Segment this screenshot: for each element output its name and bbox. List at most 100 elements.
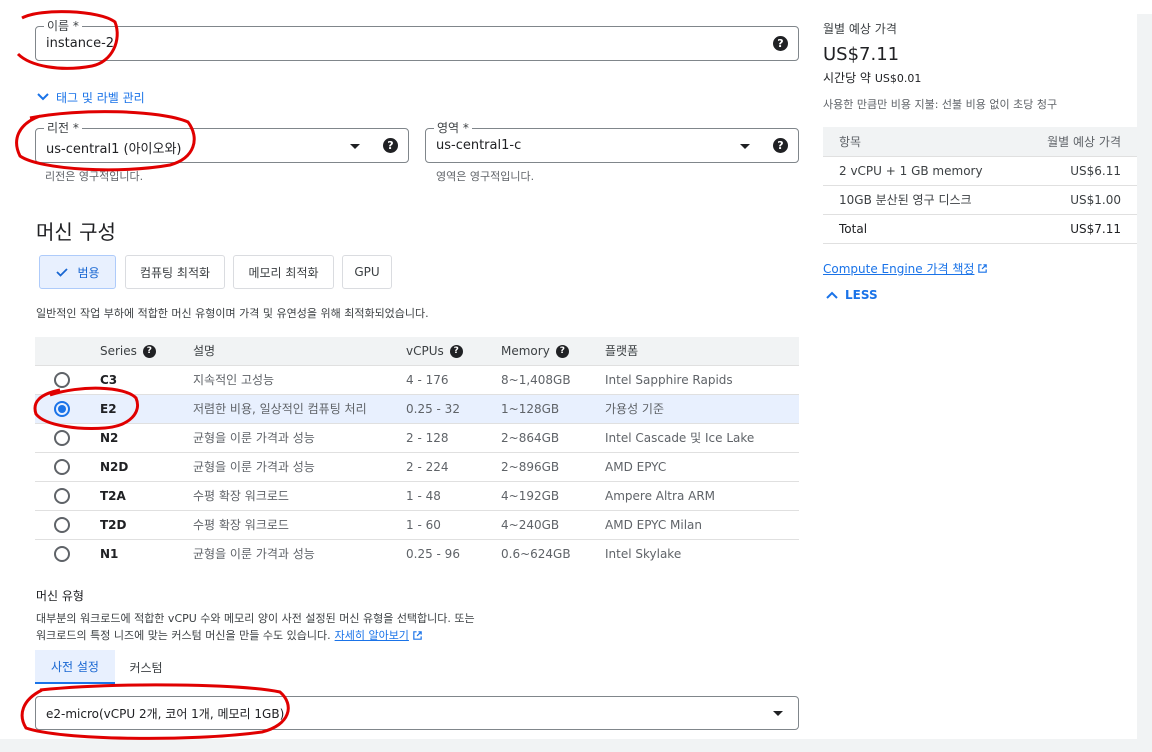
compute-engine-pricing-link[interactable]: Compute Engine 가격 책정 [823,260,988,277]
series-name: T2A [99,480,192,510]
chip-compute-optimized[interactable]: 컴퓨팅 최적화 [125,255,225,289]
less-toggle[interactable]: LESS [825,288,878,302]
table-row[interactable]: N2 균형을 이룬 가격과 성능 2 - 128 2~864GB Intel C… [35,422,799,452]
radio-cell[interactable] [35,451,99,481]
pricing-hourly-prefix: 시간당 약 [823,71,871,85]
dropdown-caret-icon[interactable] [740,144,750,149]
radio-button-selected[interactable] [54,400,70,417]
help-icon[interactable]: ? [773,138,788,153]
header-label: Series [100,343,137,358]
table-row[interactable]: C3 지속적인 고성능 4 - 176 8~1,408GB Intel Sapp… [35,364,799,394]
region-label: 리전 * [44,120,82,136]
series-vcpus: 1 - 48 [405,480,500,510]
radio-cell[interactable] [35,480,99,510]
dropdown-caret-icon[interactable] [350,144,360,149]
series-platform: Intel Cascade 및 Ice Lake [604,422,799,452]
table-row[interactable]: E2 저렴한 비용, 일상적인 컴퓨팅 처리 0.25 - 32 1~128GB… [35,393,799,423]
chip-gpu[interactable]: GPU [342,255,392,289]
name-field[interactable]: 이름 * instance-2 ? [35,18,799,61]
series-vcpus: 2 - 224 [405,451,500,481]
series-table: Series? 설명 vCPUs? Memory? 플랫폼 C3 지속적인 고성… [35,337,799,568]
series-name: N1 [99,538,192,568]
external-link-icon[interactable] [977,263,988,274]
tags-labels-link[interactable]: 태그 및 라벨 관리 [56,89,145,106]
tab-preset[interactable]: 사전 설정 [35,650,115,684]
help-icon[interactable]: ? [383,138,398,153]
radio-button[interactable] [54,458,70,475]
cost-total-price: US$7.11 [1018,214,1137,244]
radio-cell[interactable] [35,538,99,568]
series-vcpus: 1 - 60 [405,509,500,539]
series-desc: 저렴한 비용, 일상적인 컴퓨팅 처리 [192,393,405,423]
pricing-hourly-value: US$0.01 [874,72,922,85]
learn-more-link[interactable]: 자세히 알아보기 [335,627,409,643]
radio-button[interactable] [54,487,70,504]
tags-labels-toggle[interactable]: 태그 및 라벨 관리 [36,88,145,106]
series-memory: 2~864GB [500,422,604,452]
pricing-heading: 월별 예상 가격 [823,22,897,36]
cost-header-price: 월별 예상 가격 [1018,127,1137,157]
chip-memory-optimized[interactable]: 메모리 최적화 [233,255,334,289]
series-name: E2 [99,393,192,423]
chip-label: GPU [354,265,380,279]
header-label: 설명 [193,344,216,359]
page-gutter-bottom [0,739,1152,752]
table-row[interactable]: N2D 균형을 이룬 가격과 성능 2 - 224 2~896GB AMD EP… [35,451,799,481]
series-platform: Intel Sapphire Rapids [604,364,799,394]
zone-value: us-central1-c [436,138,522,153]
radio-button[interactable] [54,429,70,446]
tab-label: 사전 설정 [51,659,99,674]
chip-general-purpose[interactable]: 범용 [39,255,116,289]
radio-button[interactable] [54,545,70,562]
external-link-icon[interactable] [412,630,423,641]
machine-type-select[interactable]: e2-micro(vCPU 2개, 코어 1개, 메모리 1GB) [35,696,799,730]
table-header-vcpus: vCPUs? [405,337,500,365]
help-icon[interactable]: ? [449,344,463,358]
pricing-hourly: 시간당 약 US$0.01 [823,69,921,86]
name-field-value[interactable]: instance-2 [46,36,114,51]
radio-cell[interactable] [35,422,99,452]
chip-label: 범용 [77,265,100,280]
series-vcpus: 2 - 128 [405,422,500,452]
less-label: LESS [845,288,878,302]
series-desc: 수평 확장 워크로드 [192,509,405,539]
machine-type-value: e2-micro(vCPU 2개, 코어 1개, 메모리 1GB) [46,707,285,721]
table-row[interactable]: T2D 수평 확장 워크로드 1 - 60 4~240GB AMD EPYC M… [35,509,799,539]
cost-breakdown-table: 항목 월별 예상 가격 2 vCPU + 1 GB memory US$6.11… [823,127,1137,244]
name-field-label: 이름 * [44,18,82,34]
help-icon[interactable]: ? [555,344,569,358]
cost-item: 2 vCPU + 1 GB memory [823,156,1019,186]
machine-type-title: 머신 유형 [36,589,84,603]
tab-label: 커스텀 [129,660,163,675]
help-icon[interactable]: ? [773,36,788,51]
tab-custom[interactable]: 커스텀 [115,650,177,684]
series-memory: 8~1,408GB [500,364,604,394]
series-name: N2D [99,451,192,481]
table-row[interactable]: N1 균형을 이룬 가격과 성능 0.25 - 96 0.6~624GB Int… [35,538,799,568]
region-select[interactable]: 리전 * us-central1 (아이오와) ? [35,120,409,163]
table-row[interactable]: T2A 수평 확장 워크로드 1 - 48 4~192GB Ampere Alt… [35,480,799,510]
series-platform: Ampere Altra ARM [604,480,799,510]
zone-select[interactable]: 영역 * us-central1-c ? [425,120,799,163]
table-header-series: Series? [99,337,192,365]
compute-engine-pricing-text[interactable]: Compute Engine 가격 책정 [823,260,974,277]
region-value: us-central1 (아이오와) [46,142,182,157]
series-name: T2D [99,509,192,539]
chevron-down-icon [37,93,49,101]
series-memory: 2~896GB [500,451,604,481]
radio-cell[interactable] [35,509,99,539]
dropdown-caret-icon[interactable] [773,711,783,716]
chip-label: 컴퓨팅 최적화 [139,265,211,280]
help-icon[interactable]: ? [142,344,156,358]
radio-cell[interactable] [35,393,99,423]
table-header-platform: 플랫폼 [604,337,799,365]
machine-type-desc-line2: 워크로드의 특정 니즈에 맞는 커스텀 머신을 만들 수도 있습니다. 자세히 … [36,627,423,643]
cost-row: 2 vCPU + 1 GB memory US$6.11 [823,156,1137,186]
radio-button[interactable] [54,371,70,388]
zone-label: 영역 * [434,120,472,136]
page-gutter-right [1137,14,1152,752]
radio-cell[interactable] [35,364,99,394]
radio-button[interactable] [54,516,70,533]
cost-row: 10GB 분산된 영구 디스크 US$1.00 [823,185,1137,215]
header-label: vCPUs [406,343,444,358]
